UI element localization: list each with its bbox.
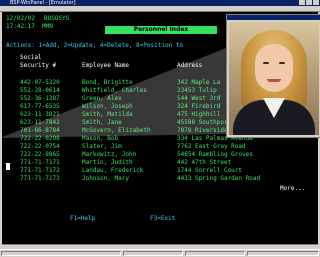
header-system: BOSOSYS — [44, 15, 70, 22]
row-ssn[interactable]: 623-11-7842 — [20, 119, 60, 126]
col-ssn-line1: Social — [20, 54, 42, 61]
row-name: Smith, Matilda — [82, 111, 133, 118]
row-ssn[interactable]: 771-71-7172 — [20, 167, 60, 174]
photo-eye — [263, 62, 269, 64]
employee-photo — [229, 22, 319, 135]
f1-help-key[interactable]: F1=Help — [70, 215, 95, 222]
more-indicator: More... — [280, 185, 306, 192]
row-name: Mason, Bob — [82, 135, 119, 142]
status-segment — [123, 251, 183, 256]
row-name: Markowitz, John — [82, 151, 137, 158]
header-mode: MMN — [42, 23, 53, 30]
row-address: 54654 Rambling Groves — [177, 151, 253, 158]
row-address: 7762 East Gray Road — [177, 143, 246, 150]
row-ssn[interactable]: 771-71-7173 — [20, 175, 60, 182]
col-address: Address — [177, 62, 203, 69]
status-segment — [1, 251, 121, 256]
screen-title: Personnel Index — [133, 26, 189, 33]
photo-face — [255, 44, 293, 92]
row-name: Green, Alex — [82, 95, 122, 102]
minimize-icon[interactable] — [299, 0, 305, 5]
row-address: 442 47th Street — [177, 159, 232, 166]
row-name: Whitfield, Charles — [82, 87, 148, 94]
header-date: 12/02/02 — [6, 15, 35, 22]
row-address: 475 Highhill — [177, 111, 221, 118]
row-ssn[interactable]: 722-22-0754 — [20, 143, 60, 150]
maximize-icon[interactable] — [306, 0, 312, 5]
row-ssn[interactable]: 552-28-0614 — [20, 87, 60, 94]
employee-photo-window[interactable] — [226, 14, 320, 138]
photo-mouth — [267, 79, 281, 82]
row-ssn[interactable]: 442-07-5220 — [20, 79, 60, 86]
photo-eye — [279, 62, 285, 64]
row-name: Smith, Jane — [82, 119, 122, 126]
row-address: 544 West 3rd — [177, 95, 221, 102]
row-ssn[interactable]: 701-66-8784 — [20, 127, 60, 134]
screen-title-bar: Personnel Index — [105, 26, 217, 34]
row-name: Wilson, Joseph — [82, 103, 133, 110]
f3-exit-key[interactable]: F3=Exit — [150, 215, 175, 222]
row-name: Landau, Frederick — [82, 167, 144, 174]
header-time: 17:42:17 — [6, 23, 35, 30]
row-ssn[interactable]: 722-22-9865 — [20, 151, 60, 158]
row-name: Slater, Jim — [82, 143, 122, 150]
status-segment — [247, 251, 319, 256]
col-name: Employee Name — [82, 62, 129, 69]
row-address: 4433 Spring Garden Road — [177, 175, 261, 182]
actions-line: Actions: 1=Add, 2=Update, 4=Delete, 8=Po… — [6, 42, 184, 49]
text-cursor — [6, 163, 10, 170]
row-name: Johnson, Mary — [82, 175, 129, 182]
row-address: 324 Firebird — [177, 103, 221, 110]
row-ssn[interactable]: 771-71-7171 — [20, 159, 60, 166]
col-ssn-line2: Security # — [20, 62, 57, 69]
photo-window-titlebar — [227, 15, 320, 20]
close-icon[interactable] — [313, 0, 319, 5]
row-name: McGovern, Elizabeth — [82, 127, 151, 134]
row-address: 23453 Tulip — [177, 87, 217, 94]
row-ssn[interactable]: 552-36-1387 — [20, 95, 60, 102]
row-ssn[interactable]: 722-22-0298 — [20, 135, 60, 142]
row-name: Bond, Brigitte — [82, 79, 133, 86]
row-address: 342 Maple La — [177, 79, 221, 86]
status-segment — [185, 251, 245, 256]
row-ssn[interactable]: 617-77-6535 — [20, 103, 60, 110]
row-address: 1744 Sorrell Court — [177, 167, 243, 174]
row-name: Martin, Judith — [82, 159, 133, 166]
row-ssn[interactable]: 623-11-3821 — [20, 111, 60, 118]
